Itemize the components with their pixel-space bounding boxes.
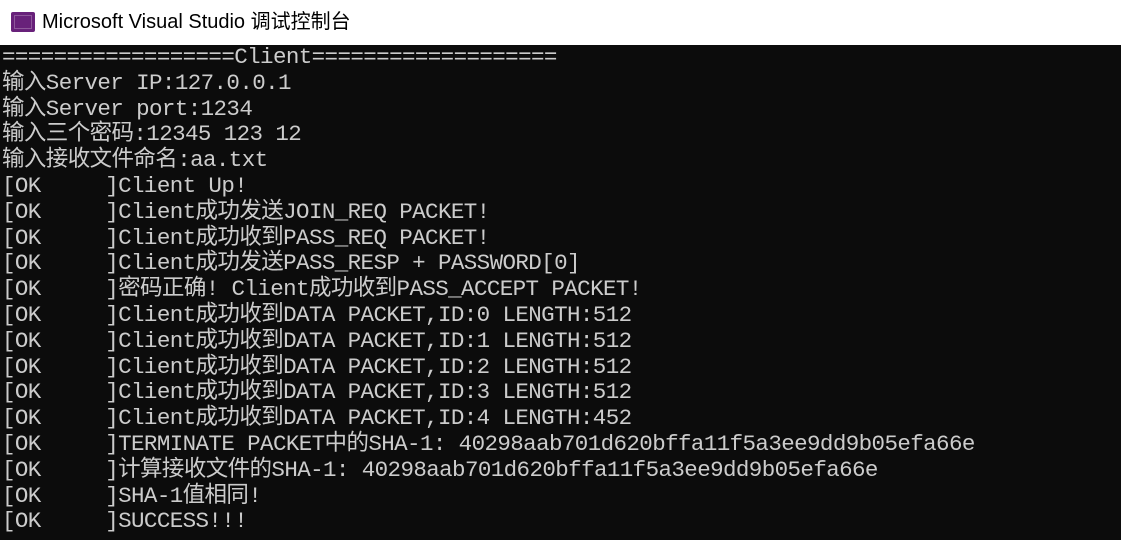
- visual-studio-icon: [11, 12, 35, 32]
- console-line: [OK ]SHA-1值相同!: [2, 482, 262, 509]
- console-line: 输入Server port:1234: [2, 95, 253, 122]
- console-line: [OK ]SUCCESS!!!: [2, 508, 248, 535]
- console-line: 输入Server IP:127.0.0.1: [2, 69, 292, 96]
- console-line: [OK ]Client成功收到DATA PACKET,ID:4 LENGTH:4…: [2, 405, 632, 432]
- console-line: [OK ]计算接收文件的SHA-1: 40298aab701d620bffa11…: [2, 456, 878, 483]
- console-line: [OK ]Client成功发送JOIN_REQ PACKET!: [2, 198, 490, 225]
- console-output[interactable]: ==================Client================…: [0, 45, 1121, 540]
- console-line: [OK ]Client成功收到PASS_REQ PACKET!: [2, 224, 490, 251]
- console-line: [OK ]Client成功收到DATA PACKET,ID:0 LENGTH:5…: [2, 301, 632, 328]
- console-line: ==================Client================…: [2, 45, 557, 70]
- console-line: [OK ]Client成功收到DATA PACKET,ID:3 LENGTH:5…: [2, 379, 632, 406]
- console-line: [OK ]密码正确! Client成功收到PASS_ACCEPT PACKET!: [2, 276, 642, 303]
- console-line: [OK ]Client Up!: [2, 172, 248, 199]
- console-line: 输入接收文件命名:aa.txt: [2, 147, 268, 174]
- console-line: [OK ]TERMINATE PACKET中的SHA-1: 40298aab70…: [2, 430, 975, 457]
- console-line: [OK ]Client成功收到DATA PACKET,ID:1 LENGTH:5…: [2, 327, 632, 354]
- console-line: [OK ]Client成功发送PASS_RESP + PASSWORD[0]: [2, 250, 580, 277]
- console-line: [OK ]Client成功收到DATA PACKET,ID:2 LENGTH:5…: [2, 353, 632, 380]
- window-title: Microsoft Visual Studio 调试控制台: [42, 11, 351, 33]
- window-titlebar[interactable]: Microsoft Visual Studio 调试控制台: [0, 0, 1121, 45]
- console-window: Microsoft Visual Studio 调试控制台 ==========…: [0, 0, 1121, 540]
- console-line: 输入三个密码:12345 123 12: [2, 121, 302, 148]
